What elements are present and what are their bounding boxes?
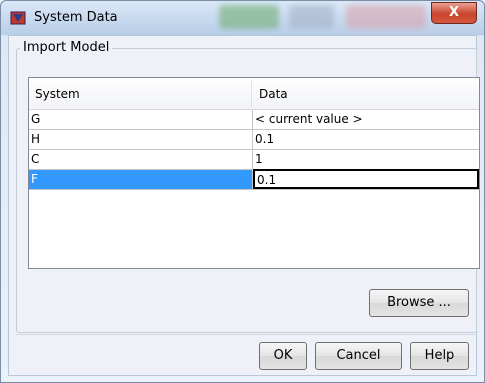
help-button[interactable]: Help [410,342,469,370]
group-title: Import Model [20,40,113,55]
system-cell[interactable]: G [29,110,253,129]
data-cell[interactable]: 0.1 [253,130,479,149]
system-value: C [31,152,40,166]
table-row-selected[interactable]: F 0.1 [29,169,479,190]
data-value: 1 [255,152,263,166]
background-blur [346,5,426,29]
system-value: G [31,112,41,126]
data-cell-editing[interactable]: 0.1 [253,169,479,189]
table-header: System Data [29,78,479,110]
table-row[interactable]: G < current value > [29,110,479,130]
system-value: H [31,132,41,146]
system-cell[interactable]: F [29,170,253,189]
title-bar[interactable]: System Data [1,1,484,35]
background-blur [289,5,334,29]
column-header-system[interactable]: System [35,87,80,101]
data-cell[interactable]: < current value > [253,110,479,129]
column-separator[interactable] [251,80,252,107]
data-value: 0.1 [257,173,277,187]
column-header-data[interactable]: Data [259,87,288,101]
table-row[interactable]: H 0.1 [29,130,479,150]
cancel-button[interactable]: Cancel [315,342,402,370]
data-cell[interactable]: 1 [253,150,479,169]
background-blur [219,5,279,29]
system-data-table: System Data G < current value > H 0.1 C … [28,77,480,269]
ok-button[interactable]: OK [259,342,307,370]
data-value: < current value > [255,112,363,126]
window-title: System Data [34,10,118,25]
system-cell[interactable]: C [29,150,253,169]
table-row[interactable]: C 1 [29,150,479,170]
browse-button[interactable]: Browse ... [369,289,469,317]
close-icon: X [448,5,460,20]
system-value: F [31,172,38,186]
button-separator [16,334,475,335]
system-cell[interactable]: H [29,130,253,149]
close-button[interactable]: X [431,2,477,24]
app-icon [10,11,26,25]
data-value: 0.1 [255,132,275,146]
